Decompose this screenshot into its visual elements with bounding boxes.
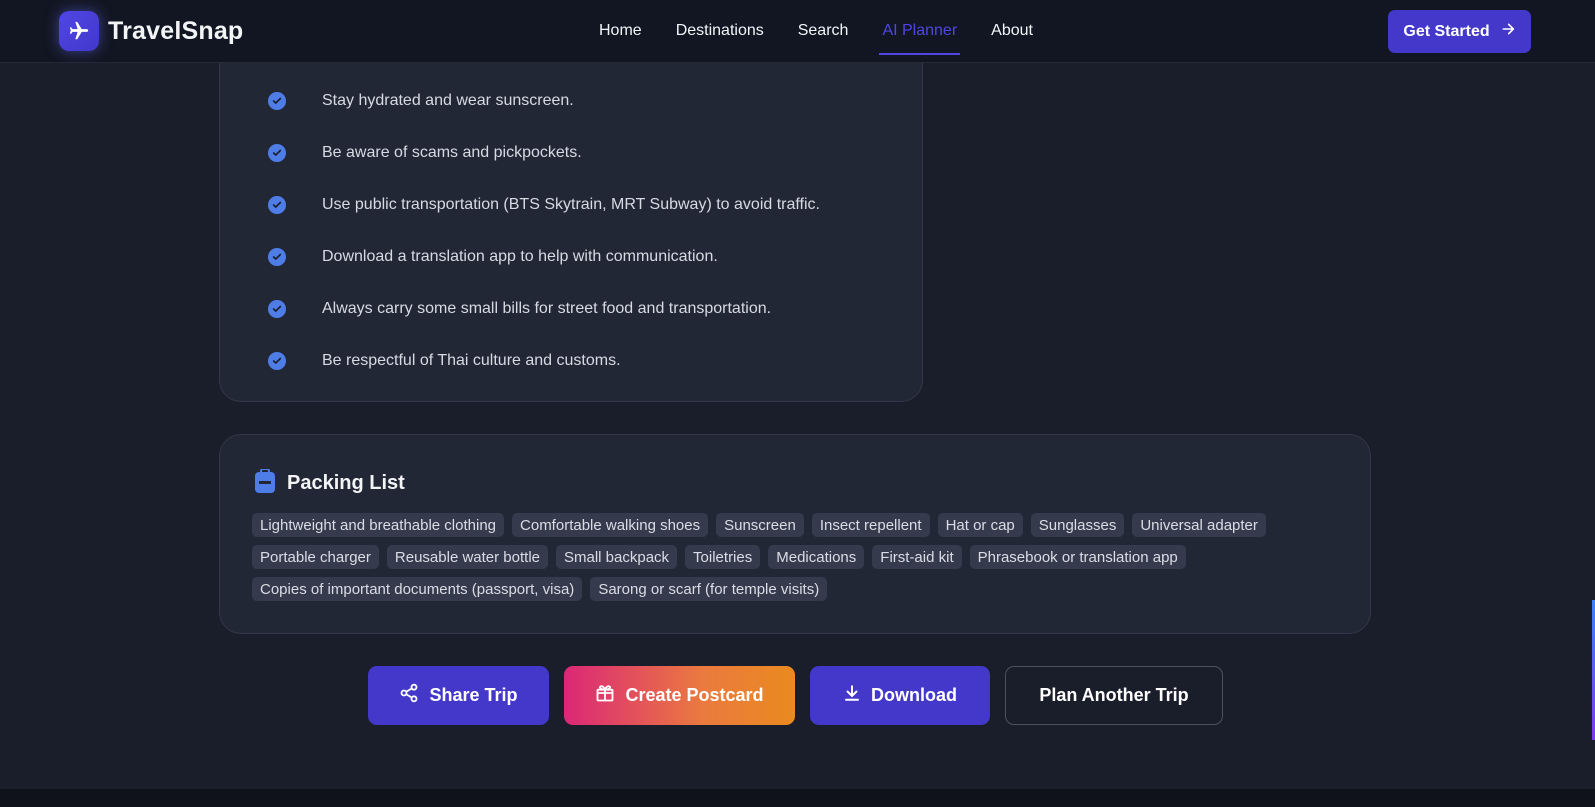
download-label: Download <box>871 685 957 705</box>
tip-text: Download a translation app to help with … <box>322 248 718 265</box>
packing-chip: Hat or cap <box>937 513 1023 537</box>
page: TravelSnap Home Destinations Search AI P… <box>0 0 1595 807</box>
main-nav: Home Destinations Search AI Planner Abou… <box>596 0 1064 62</box>
packing-chip: Universal adapter <box>1132 513 1266 537</box>
packing-chip: Sunscreen <box>716 513 804 537</box>
trip-actions: Share Trip Create Postcard Download Plan… <box>368 666 1223 725</box>
nav-search[interactable]: Search <box>795 18 852 44</box>
check-circle-icon <box>268 196 286 214</box>
list-item: Be respectful of Thai culture and custom… <box>268 335 820 387</box>
share-icon <box>399 683 419 708</box>
arrow-right-icon <box>1500 21 1516 42</box>
nav-ai-planner[interactable]: AI Planner <box>879 18 960 55</box>
tip-text: Stay hydrated and wear sunscreen. <box>322 92 574 109</box>
create-postcard-button[interactable]: Create Postcard <box>564 666 795 725</box>
tips-list: Stay hydrated and wear sunscreen. Be awa… <box>268 75 820 387</box>
backpack-icon <box>255 468 275 498</box>
nav-about[interactable]: About <box>988 18 1036 44</box>
packing-chip: First-aid kit <box>872 545 962 569</box>
nav-destinations[interactable]: Destinations <box>673 18 767 44</box>
packing-chip: Reusable water bottle <box>386 545 548 569</box>
packing-chip: Sarong or scarf (for temple visits) <box>590 577 828 601</box>
tip-text: Be aware of scams and pickpockets. <box>322 144 582 161</box>
check-circle-icon <box>268 300 286 318</box>
share-trip-label: Share Trip <box>429 685 518 705</box>
plan-another-trip-button[interactable]: Plan Another Trip <box>1005 666 1223 725</box>
list-item: Use public transportation (BTS Skytrain,… <box>268 179 820 231</box>
check-circle-icon <box>268 248 286 266</box>
footer-edge <box>0 789 1595 807</box>
gift-icon <box>595 683 615 708</box>
packing-list-card: Packing List Lightweight and breathable … <box>219 434 1371 634</box>
create-postcard-label: Create Postcard <box>625 685 764 705</box>
packing-list-title: Packing List <box>287 472 405 494</box>
get-started-button[interactable]: Get Started <box>1388 10 1531 53</box>
travel-tips-card: Stay hydrated and wear sunscreen. Be awa… <box>219 30 923 402</box>
packing-chip: Phrasebook or translation app <box>969 545 1186 569</box>
plane-icon <box>59 11 99 51</box>
packing-chip: Toiletries <box>685 545 761 569</box>
brand-name: TravelSnap <box>108 16 244 45</box>
list-item: Download a translation app to help with … <box>268 231 820 283</box>
packing-chip: Lightweight and breathable clothing <box>252 513 505 537</box>
list-item: Be aware of scams and pickpockets. <box>268 127 820 179</box>
download-button[interactable]: Download <box>810 666 990 725</box>
packing-chip: Portable charger <box>252 545 379 569</box>
packing-chips: Lightweight and breathable clothing Comf… <box>252 513 1352 609</box>
list-item: Always carry some small bills for street… <box>268 283 820 335</box>
download-icon <box>843 684 861 707</box>
get-started-label: Get Started <box>1403 22 1490 40</box>
packing-chip: Copies of important documents (passport,… <box>252 577 583 601</box>
check-circle-icon <box>268 144 286 162</box>
brand-logo[interactable]: TravelSnap <box>59 11 243 51</box>
plan-another-trip-label: Plan Another Trip <box>1039 685 1189 705</box>
packing-chip: Small backpack <box>556 545 678 569</box>
nav-home[interactable]: Home <box>596 18 645 44</box>
check-circle-icon <box>268 92 286 110</box>
packing-list-header: Packing List <box>255 468 405 498</box>
tip-text: Always carry some small bills for street… <box>322 300 772 317</box>
packing-chip: Insect repellent <box>811 513 930 537</box>
check-circle-icon <box>268 352 286 370</box>
tip-text: Be respectful of Thai culture and custom… <box>322 352 621 369</box>
packing-chip: Comfortable walking shoes <box>512 513 709 537</box>
packing-chip: Medications <box>768 545 865 569</box>
tip-text: Use public transportation (BTS Skytrain,… <box>322 196 820 213</box>
share-trip-button[interactable]: Share Trip <box>368 666 549 725</box>
top-navbar: TravelSnap Home Destinations Search AI P… <box>0 0 1595 63</box>
list-item: Stay hydrated and wear sunscreen. <box>268 75 820 127</box>
packing-chip: Sunglasses <box>1030 513 1125 537</box>
